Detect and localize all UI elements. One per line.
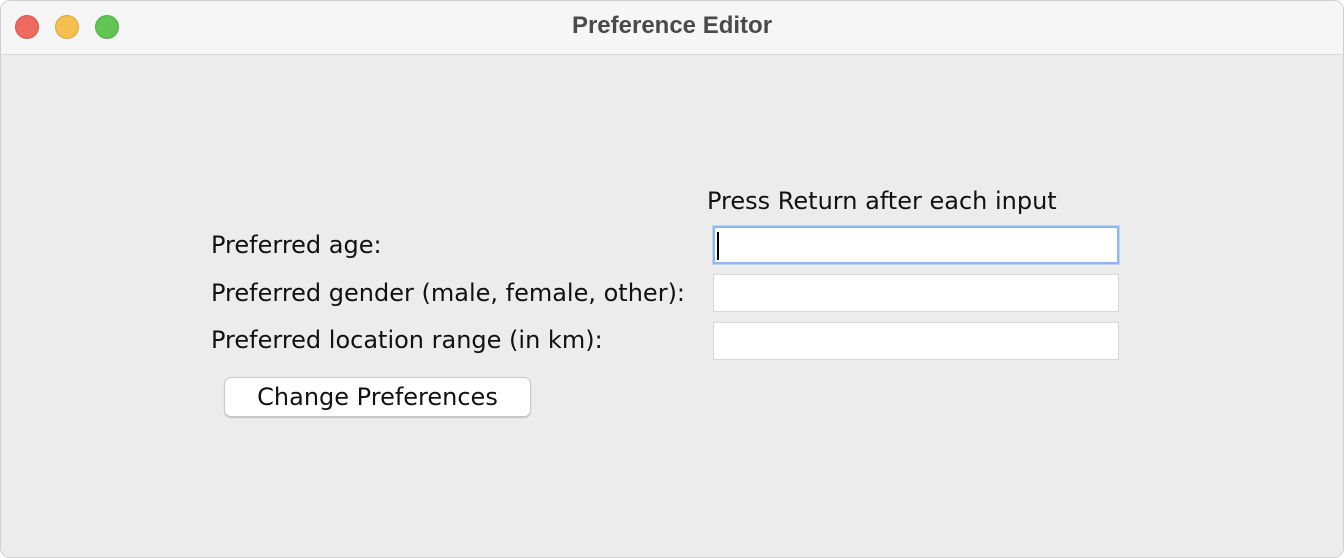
input-hint: Press Return after each input xyxy=(707,187,1057,215)
location-range-input[interactable] xyxy=(713,322,1119,360)
change-preferences-button[interactable]: Change Preferences xyxy=(224,377,531,417)
age-label: Preferred age: xyxy=(211,231,382,259)
preference-editor-window: Preference Editor Press Return after eac… xyxy=(0,0,1344,558)
location-range-label: Preferred location range (in km): xyxy=(211,326,603,354)
title-bar[interactable]: Preference Editor xyxy=(1,1,1343,55)
gender-label: Preferred gender (male, female, other): xyxy=(211,279,686,307)
text-caret xyxy=(717,232,719,260)
form-panel: Press Return after each input Preferred … xyxy=(1,55,1343,557)
age-input[interactable] xyxy=(713,226,1119,264)
window-title: Preference Editor xyxy=(571,12,773,39)
gender-input[interactable] xyxy=(713,274,1119,312)
